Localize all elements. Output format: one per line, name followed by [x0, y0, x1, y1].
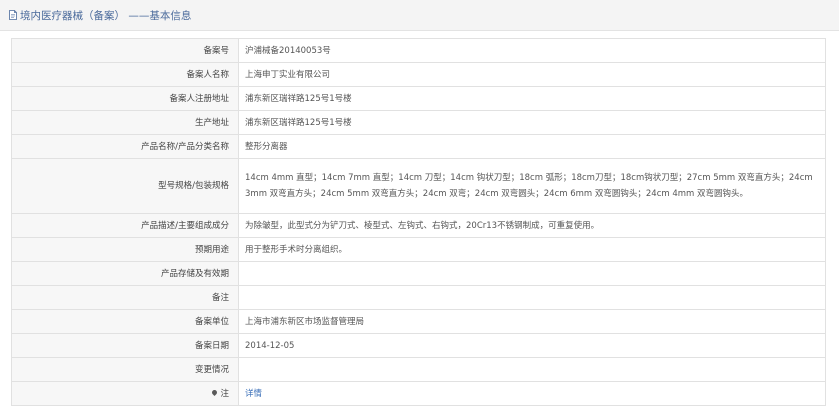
- field-value-change-status: [238, 357, 826, 382]
- field-label-storage-validity: 产品存储及有效期: [11, 261, 239, 286]
- note-label-text: 注: [220, 388, 229, 399]
- table-row: 备案单位 上海市浦东新区市场监督管理局: [11, 309, 826, 334]
- table-row: 备案人名称 上海申丁实业有限公司: [11, 62, 826, 87]
- field-value-registrant-name: 上海申丁实业有限公司: [238, 62, 826, 87]
- table-row: 备案号 沪浦械备20140053号: [11, 38, 826, 63]
- field-label-note: 注: [11, 381, 239, 406]
- field-value-remarks: [238, 285, 826, 310]
- field-value-model-spec: 14cm 4mm 直型；14cm 7mm 直型；14cm 刀型；14cm 钩状刀…: [238, 158, 826, 214]
- field-label-registrant-address: 备案人注册地址: [11, 86, 239, 111]
- page-header: 境内医疗器械（备案） ——基本信息: [0, 0, 839, 31]
- field-value-record-unit: 上海市浦东新区市场监督管理局: [238, 309, 826, 334]
- field-value-product-name: 整形分离器: [238, 134, 826, 159]
- field-value-storage-validity: [238, 261, 826, 286]
- field-value-registrant-address: 浦东新区瑞祥路125号1号楼: [238, 86, 826, 111]
- table-row: 型号规格/包装规格 14cm 4mm 直型；14cm 7mm 直型；14cm 刀…: [11, 158, 826, 214]
- field-label-remarks: 备注: [11, 285, 239, 310]
- field-label-model-spec: 型号规格/包装规格: [11, 158, 239, 214]
- table-row: 生产地址 浦东新区瑞祥路125号1号楼: [11, 110, 826, 135]
- field-value-intended-use: 用于整形手术时分离组织。: [238, 237, 826, 262]
- table-row: 注 详情: [11, 381, 826, 406]
- table-row: 备案人注册地址 浦东新区瑞祥路125号1号楼: [11, 86, 826, 111]
- field-value-note: 详情: [238, 381, 826, 406]
- table-row: 产品描述/主要组成成分 为除皱型，此型式分为铲刀式、棱型式、左钩式、右钩式，20…: [11, 213, 826, 238]
- map-pin-icon: [211, 388, 219, 396]
- table-row: 产品存储及有效期: [11, 261, 826, 286]
- table-row: 变更情况: [11, 357, 826, 382]
- details-link[interactable]: 详情: [245, 389, 262, 399]
- table-row: 备案日期 2014-12-05: [11, 333, 826, 358]
- field-value-record-date: 2014-12-05: [238, 333, 826, 358]
- field-label-production-address: 生产地址: [11, 110, 239, 135]
- field-label-change-status: 变更情况: [11, 357, 239, 382]
- field-value-record-number: 沪浦械备20140053号: [238, 38, 826, 63]
- field-label-record-unit: 备案单位: [11, 309, 239, 334]
- field-label-record-number: 备案号: [11, 38, 239, 63]
- table-row: 预期用途 用于整形手术时分离组织。: [11, 237, 826, 262]
- basic-info-table: 备案号 沪浦械备20140053号 备案人名称 上海申丁实业有限公司 备案人注册…: [11, 38, 826, 406]
- field-label-product-name: 产品名称/产品分类名称: [11, 134, 239, 159]
- field-value-product-description: 为除皱型，此型式分为铲刀式、棱型式、左钩式、右钩式，20Cr13不锈钢制成，可重…: [238, 213, 826, 238]
- page-title: 境内医疗器械（备案） ——基本信息: [20, 10, 192, 22]
- field-label-record-date: 备案日期: [11, 333, 239, 358]
- field-label-intended-use: 预期用途: [11, 237, 239, 262]
- table-row: 备注: [11, 285, 826, 310]
- field-label-registrant-name: 备案人名称: [11, 62, 239, 87]
- document-icon: [9, 10, 17, 20]
- table-row: 产品名称/产品分类名称 整形分离器: [11, 134, 826, 159]
- basic-info-table-container: 备案号 沪浦械备20140053号 备案人名称 上海申丁实业有限公司 备案人注册…: [11, 38, 826, 406]
- field-label-product-description: 产品描述/主要组成成分: [11, 213, 239, 238]
- field-value-production-address: 浦东新区瑞祥路125号1号楼: [238, 110, 826, 135]
